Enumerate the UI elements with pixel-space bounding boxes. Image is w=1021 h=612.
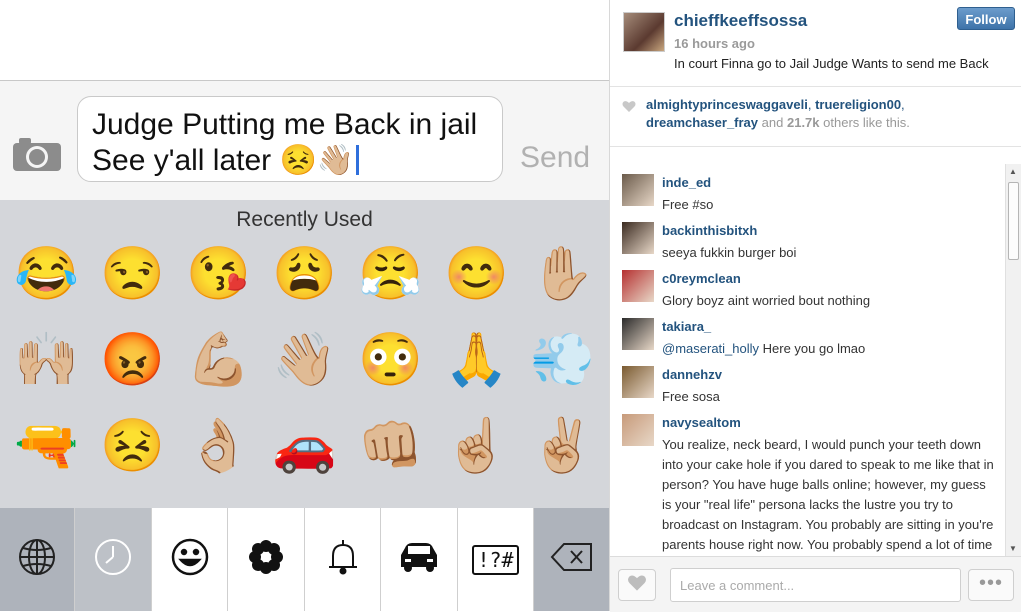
comment-text: @maserati_holly Here you go lmao: [662, 339, 998, 359]
symbols-icon: !?#: [472, 544, 519, 575]
emoji-section-label: Recently Used: [236, 208, 373, 231]
message-input[interactable]: Judge Putting me Back in jail See y'all …: [77, 96, 503, 182]
likes-suffix: others like this.: [823, 115, 910, 130]
likes-text: almightyprinceswaggaveli, truereligion00…: [646, 97, 910, 130]
smiley-icon: [170, 537, 210, 582]
like-button[interactable]: [618, 569, 656, 601]
message-compose-pane: Judge Putting me Back in jail See y'all …: [0, 0, 609, 611]
compose-bar: Judge Putting me Back in jail See y'all …: [0, 80, 609, 201]
recent-key[interactable]: [75, 508, 152, 611]
liker-link[interactable]: truereligion00: [815, 97, 901, 112]
scroll-down-icon[interactable]: ▼: [1009, 544, 1017, 553]
car-icon: [397, 540, 441, 579]
comment-username[interactable]: inde_ed: [662, 175, 711, 190]
more-options-button[interactable]: •••: [968, 569, 1014, 601]
comment-username[interactable]: dannehzv: [662, 367, 722, 382]
emoji-key[interactable]: 😡: [100, 328, 165, 392]
comment-body: You realize, neck beard, I would punch y…: [662, 437, 994, 552]
emoji-key[interactable]: 😩: [272, 242, 337, 306]
delete-key[interactable]: [534, 508, 609, 611]
comment-text: Glory boyz aint worried bout nothing: [662, 291, 998, 311]
avatar[interactable]: [623, 12, 665, 52]
likes-and: and: [761, 115, 784, 130]
emoji-key[interactable]: 😒: [100, 242, 165, 306]
avatar[interactable]: [622, 318, 654, 350]
emoji-key[interactable]: 😊: [444, 242, 509, 306]
emoji-key[interactable]: ✌🏼: [530, 414, 595, 478]
comment-mention[interactable]: @maserati_holly: [662, 341, 759, 356]
nature-key[interactable]: [228, 508, 305, 611]
emoji-key[interactable]: 😳: [358, 328, 423, 392]
comment-text: You realize, neck beard, I would punch y…: [662, 435, 998, 556]
comment-body: Here you go lmao: [762, 341, 866, 356]
flower-icon: [246, 537, 286, 582]
people-key[interactable]: [152, 508, 228, 611]
emoji-key[interactable]: 😣: [100, 414, 165, 478]
comment-input[interactable]: [670, 568, 961, 602]
emoji-key[interactable]: ✋🏼: [530, 242, 595, 306]
liker-link[interactable]: dreamchaser_fray: [646, 115, 758, 130]
comment-body: Free sosa: [662, 389, 720, 404]
avatar[interactable]: [622, 270, 654, 302]
emoji-key[interactable]: 🚗: [272, 414, 337, 478]
comment-username[interactable]: c0reymclean: [662, 271, 741, 286]
avatar[interactable]: [622, 366, 654, 398]
comment-body: Glory boyz aint worried bout nothing: [662, 293, 871, 308]
emoji-key[interactable]: 💨: [530, 328, 595, 392]
divider: [610, 146, 1021, 147]
emoji-key[interactable]: 🔫: [14, 414, 79, 478]
avatar[interactable]: [622, 222, 654, 254]
post-header: chieffkeeffsossa 16 hours ago In court F…: [610, 0, 1021, 85]
likes-summary: almightyprinceswaggaveli, truereligion00…: [610, 96, 1021, 136]
comment-text: seeya fukkin burger boi: [662, 243, 998, 263]
divider: [610, 86, 1021, 87]
send-button[interactable]: Send: [520, 141, 590, 175]
comment-username[interactable]: takiara_: [662, 319, 711, 334]
emoji-key[interactable]: 🙏: [444, 328, 509, 392]
comment-username[interactable]: backinthisbitxh: [662, 223, 757, 238]
scroll-thumb[interactable]: [1008, 182, 1019, 260]
globe-key[interactable]: [0, 508, 75, 611]
camera-icon[interactable]: [12, 136, 62, 177]
post-caption: In court Finna go to Jail Judge Wants to…: [674, 56, 989, 71]
follow-button[interactable]: Follow: [957, 7, 1015, 30]
heart-icon: [622, 100, 636, 118]
poster-username[interactable]: chieffkeeffsossa: [674, 11, 807, 31]
likes-count[interactable]: 21.7k: [787, 115, 820, 130]
keyboard-category-bar: !?#: [0, 508, 609, 611]
emoji-keyboard: Recently Used 😂 😒 😘 😩 😤 😊 ✋🏼 🙌🏼 😡 💪🏼 👋🏼 😳 🙏 💨 🔫 😣 👌🏼 🚗 👊🏼 ☝…: [0, 200, 609, 508]
avatar[interactable]: [622, 414, 654, 446]
emoji-key[interactable]: 💪🏼: [186, 328, 251, 392]
emoji-key[interactable]: 😘: [186, 242, 251, 306]
emoji-key[interactable]: 👌🏼: [186, 414, 251, 478]
emoji-key[interactable]: 😤: [358, 242, 423, 306]
bell-icon: [323, 537, 363, 582]
places-key[interactable]: [381, 508, 458, 611]
emoji-key[interactable]: 👊🏼: [358, 414, 423, 478]
comments-list[interactable]: inde_ed Free #so backinthisbitxh seeya fukk…: [610, 164, 1005, 556]
emoji-key[interactable]: 😂: [14, 242, 79, 306]
comment-username[interactable]: navysealtom: [662, 415, 741, 430]
text-cursor: [356, 145, 360, 175]
delete-icon: [550, 542, 594, 577]
recent-clock-icon: [93, 537, 133, 582]
emoji-key[interactable]: ☝🏼: [444, 414, 509, 478]
emoji-key[interactable]: 👋🏼: [272, 328, 337, 392]
comment-body: Free #so: [662, 197, 714, 212]
comment-text: Free sosa: [662, 387, 998, 407]
comments-scrollbar[interactable]: ▲ ▼: [1005, 164, 1021, 556]
emoji-key[interactable]: 🙌🏼: [14, 328, 79, 392]
symbols-key[interactable]: !?#: [458, 508, 534, 611]
liker-link[interactable]: almightyprinceswaggaveli: [646, 97, 808, 112]
globe-icon: [17, 537, 57, 582]
post-timestamp: 16 hours ago: [674, 36, 755, 51]
scroll-up-icon[interactable]: ▲: [1009, 167, 1017, 176]
objects-key[interactable]: [305, 508, 381, 611]
comment-body: seeya fukkin burger boi: [662, 245, 797, 260]
heart-icon: [627, 574, 647, 597]
comment-text: Free #so: [662, 195, 998, 215]
comment-bar: •••: [610, 556, 1021, 612]
message-text: Judge Putting me Back in jail See y'all …: [92, 108, 478, 177]
avatar[interactable]: [622, 174, 654, 206]
